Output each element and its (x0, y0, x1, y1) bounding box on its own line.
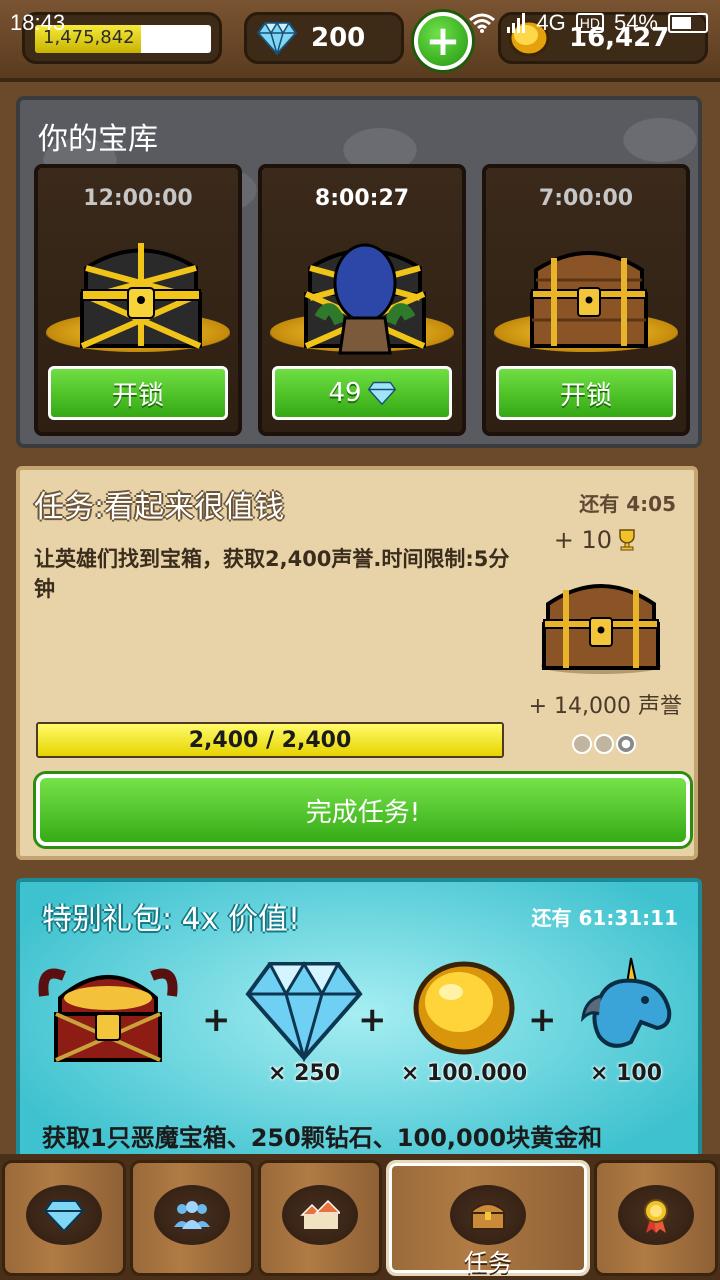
pack-item-unicorn: × 100 (556, 956, 696, 1086)
star-slot-empty-icon (572, 734, 592, 754)
hd-badge: HD (575, 13, 604, 33)
mission-description: 让英雄们找到宝箱，获取2,400声誉.时间限制:5分钟 (34, 547, 510, 601)
network-type: 4G (536, 10, 566, 35)
pack-time-remaining: 还有 61:31:11 (531, 906, 678, 930)
wooden-chest-icon (530, 251, 648, 348)
vault-panel: 你的宝库 12:00:00 开锁 8:00:27 49 7:00:00 开锁 (16, 96, 702, 448)
trophy-reward-value: + 10 (553, 526, 612, 554)
chest-image (270, 228, 454, 358)
nav-village[interactable] (258, 1160, 382, 1276)
wifi-icon (469, 13, 496, 33)
medal-icon (644, 1199, 668, 1233)
hero-opening-chest-icon (304, 243, 426, 355)
system-status-bar: 18:43 4G HD 54% (0, 0, 720, 46)
complete-mission-button[interactable]: 完成任务! (36, 774, 690, 846)
pack-description: 获取1只恶魔宝箱、250颗钻石、100,000块黄金和 (42, 1124, 603, 1152)
slot-timer: 12:00:00 (83, 186, 193, 211)
trophy-reward: + 10 (554, 526, 638, 554)
mission-panel: 任务:看起来很值钱 还有 4:05 让英雄们找到宝箱，获取2,400声誉.时间限… (16, 466, 698, 860)
plus-sign: + (202, 1000, 231, 1040)
plus-sign: + (528, 1000, 557, 1040)
vault-title: 你的宝库 (38, 122, 158, 157)
reputation-reward: + 14,000 声誉 (528, 694, 682, 719)
slot-timer: 7:00:00 (538, 186, 634, 211)
speed-up-cost: 49 (328, 378, 362, 408)
reward-chest-icon (541, 584, 661, 674)
pack-item-qty: × 100 (589, 1061, 662, 1086)
mission-time-remaining: 还有 4:05 (579, 492, 676, 516)
mission-stars (572, 734, 636, 754)
battery-icon (668, 13, 708, 33)
trophy-icon (619, 529, 635, 551)
mission-progress-bar: 2,400 / 2,400 (36, 722, 504, 758)
top-bar: 1,475,842 声誉 200 + 16,427 18:43 4G HD 54… (0, 0, 720, 82)
battery-percent: 54% (613, 10, 658, 35)
speed-up-button[interactable]: 49 (272, 366, 452, 420)
nav-missions[interactable]: 任务 (386, 1160, 590, 1277)
pack-item-demon-chest (38, 956, 178, 1086)
chest-icon (471, 1203, 505, 1230)
diamond-icon (245, 961, 363, 1064)
bottom-nav: 任务 (0, 1154, 720, 1280)
pack-title: 特别礼包: 4x 价值! (42, 902, 301, 937)
team-icon (174, 1201, 210, 1229)
clock: 18:43 (10, 10, 66, 35)
unicorn-icon (581, 957, 672, 1048)
diamond-icon (367, 381, 396, 405)
signal-icon (507, 13, 526, 33)
nav-missions-label: 任务 (464, 1249, 512, 1277)
nav-achievements[interactable] (594, 1160, 718, 1276)
chest-image (46, 228, 230, 358)
pack-item-gold: × 100.000 (384, 956, 544, 1086)
special-pack-panel[interactable]: 特别礼包: 4x 价值! 还有 61:31:11 + × 250 + × 100… (16, 878, 702, 1178)
plus-sign: + (358, 1000, 387, 1040)
vault-slot-1[interactable]: 12:00:00 开锁 (34, 164, 242, 436)
mission-title: 任务:看起来很值钱 (34, 490, 285, 525)
slot-timer: 8:00:27 (314, 186, 410, 211)
unlock-button[interactable]: 开锁 (48, 366, 228, 420)
diamond-icon (44, 1200, 84, 1233)
nav-heroes[interactable] (130, 1160, 254, 1276)
chest-image (494, 228, 678, 358)
pack-item-qty: × 100.000 (400, 1061, 528, 1086)
mission-progress-label: 2,400 / 2,400 (188, 728, 352, 753)
vault-slot-3[interactable]: 7:00:00 开锁 (482, 164, 690, 436)
nav-gems[interactable] (2, 1160, 126, 1276)
gold-lattice-chest-icon (80, 243, 202, 349)
vault-slot-2[interactable]: 8:00:27 49 (258, 164, 466, 436)
demon-chest-icon (38, 968, 178, 1062)
star-slot-empty-icon (594, 734, 614, 754)
pack-item-qty: × 250 (267, 1061, 340, 1086)
gold-coin-icon (413, 961, 515, 1055)
star-slot-filled-icon (616, 734, 636, 754)
pack-item-diamonds: × 250 (234, 956, 374, 1086)
village-icon (300, 1199, 340, 1229)
unlock-button[interactable]: 开锁 (496, 366, 676, 420)
